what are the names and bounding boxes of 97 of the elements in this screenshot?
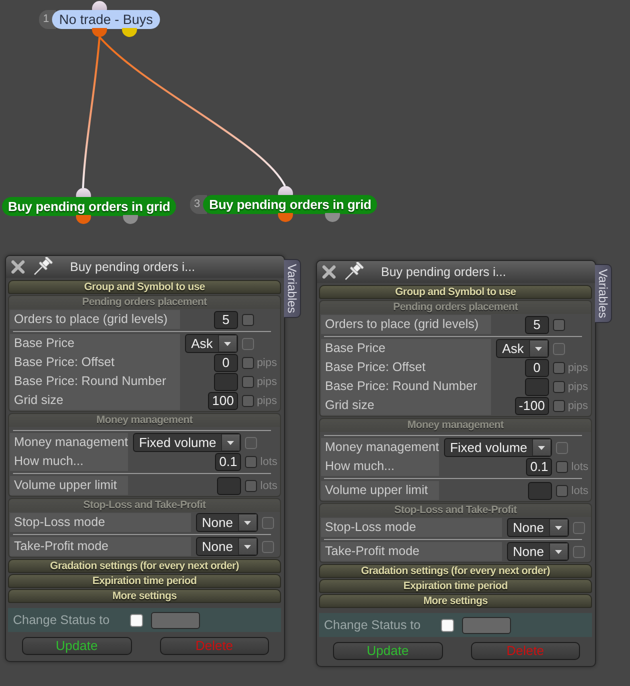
dropdown[interactable]: Ask [185, 334, 238, 353]
section-header[interactable]: More settings [8, 589, 281, 603]
close-icon[interactable] [11, 260, 25, 274]
field-label: Base Price: Offset [10, 353, 180, 372]
checkbox[interactable] [552, 362, 565, 374]
checkbox[interactable] [556, 460, 568, 472]
number-field[interactable] [214, 372, 238, 390]
node-label: Buy pending orders in grid [2, 197, 176, 216]
dropdown[interactable]: None [196, 513, 258, 532]
panel-title: Buy pending orders i... [381, 265, 506, 279]
unit-label: pips [256, 376, 277, 388]
number-field[interactable]: 0.1 [526, 458, 552, 476]
node-number: 3 [190, 195, 208, 214]
unit-label: pips [568, 362, 588, 374]
update-button[interactable]: Update [22, 637, 132, 655]
caret-icon[interactable] [528, 340, 548, 357]
field-label: Money management [10, 433, 128, 452]
section-header[interactable]: Expiration time period [319, 579, 592, 593]
caret-icon[interactable] [238, 514, 257, 531]
number-field[interactable]: 5 [524, 316, 549, 334]
field-label: Volume upper limit [10, 476, 128, 495]
caret-icon[interactable] [221, 434, 240, 451]
checkbox[interactable] [245, 456, 258, 468]
node-number: 1 [39, 10, 56, 29]
unit-label: lots [260, 456, 278, 468]
number-field[interactable]: 5 [214, 310, 238, 328]
unit-label: pips [568, 380, 588, 392]
dropdown[interactable]: None [196, 537, 258, 556]
number-field[interactable]: -100 [514, 396, 549, 414]
field-label: Volume upper limit [321, 481, 439, 500]
checkbox[interactable] [556, 484, 568, 496]
number-field[interactable] [528, 482, 552, 500]
field-label: Grid size [321, 396, 492, 415]
field-label: How much... [10, 452, 128, 471]
unit-label: lots [571, 484, 588, 496]
number-field[interactable] [524, 378, 549, 396]
unit-label: lots [260, 480, 278, 492]
caret-icon[interactable] [238, 538, 257, 555]
field-label: Base Price: Offset [321, 358, 492, 377]
unit-label: lots [571, 460, 588, 472]
field-label: Stop-Loss mode [10, 513, 191, 532]
status-field[interactable] [462, 616, 511, 634]
dropdown[interactable]: Fixed volume [444, 438, 552, 457]
field-label: Take-Profit mode [10, 537, 191, 556]
unit-label: pips [256, 356, 277, 368]
caret-icon[interactable] [218, 335, 237, 352]
unit-label: pips [256, 394, 277, 406]
field-label: Stop-Loss mode [321, 518, 502, 537]
side-tab[interactable]: Variables [595, 264, 612, 324]
field-label: Money management [321, 438, 439, 457]
checkbox[interactable] [245, 480, 258, 492]
section-header[interactable]: Expiration time period [8, 574, 281, 588]
caret-icon[interactable] [549, 519, 568, 536]
checkbox[interactable] [242, 394, 254, 406]
field-label: Take-Profit mode [321, 542, 502, 561]
field-label: Orders to place (grid levels) [10, 310, 180, 329]
field-label: How much... [321, 457, 439, 476]
checkbox[interactable] [242, 314, 254, 326]
section-header[interactable]: Gradation settings (for every next order) [8, 559, 281, 573]
node-label: No trade - Buys [52, 10, 160, 29]
number-field[interactable]: 0 [524, 358, 549, 376]
checkbox[interactable] [130, 614, 143, 626]
checkbox[interactable] [552, 380, 565, 392]
field-label: Base Price: Round Number [321, 377, 492, 396]
status-label: Change Status to [324, 618, 422, 632]
dropdown[interactable]: Ask [496, 339, 549, 358]
number-field[interactable]: 0.1 [215, 452, 242, 470]
side-tab[interactable]: Variables [284, 259, 301, 318]
checkbox[interactable] [441, 618, 454, 632]
field-label: Grid size [10, 391, 180, 410]
field-label: Base Price: Round Number [10, 372, 180, 391]
section-header[interactable]: Gradation settings (for every next order) [319, 564, 592, 578]
status-field[interactable] [151, 612, 200, 628]
panel-title: Buy pending orders i... [70, 260, 196, 274]
caret-icon[interactable] [549, 543, 568, 560]
field-label: Base Price [321, 339, 492, 358]
caret-icon[interactable] [532, 439, 552, 456]
dropdown[interactable]: Fixed volume [132, 433, 242, 452]
update-button[interactable]: Update [333, 642, 442, 660]
number-field[interactable] [217, 476, 242, 494]
section-header[interactable]: More settings [319, 594, 592, 608]
field-label: Base Price [10, 334, 180, 353]
checkbox[interactable] [552, 400, 565, 412]
field-label: Orders to place (grid levels) [321, 315, 492, 334]
number-field[interactable]: 0 [214, 354, 238, 372]
number-field[interactable]: 100 [208, 392, 238, 410]
section-header[interactable]: Group and Symbol to use [8, 280, 281, 294]
node-label: Buy pending orders in grid [203, 195, 378, 214]
checkbox[interactable] [242, 356, 254, 368]
checkbox[interactable] [242, 376, 254, 388]
dropdown[interactable]: None [506, 542, 569, 561]
checkbox[interactable] [552, 318, 565, 330]
section-header[interactable]: Group and Symbol to use [319, 285, 592, 299]
close-icon[interactable] [322, 265, 336, 279]
dropdown[interactable]: None [506, 518, 569, 537]
status-label: Change Status to [13, 613, 111, 627]
unit-label: pips [568, 400, 588, 412]
